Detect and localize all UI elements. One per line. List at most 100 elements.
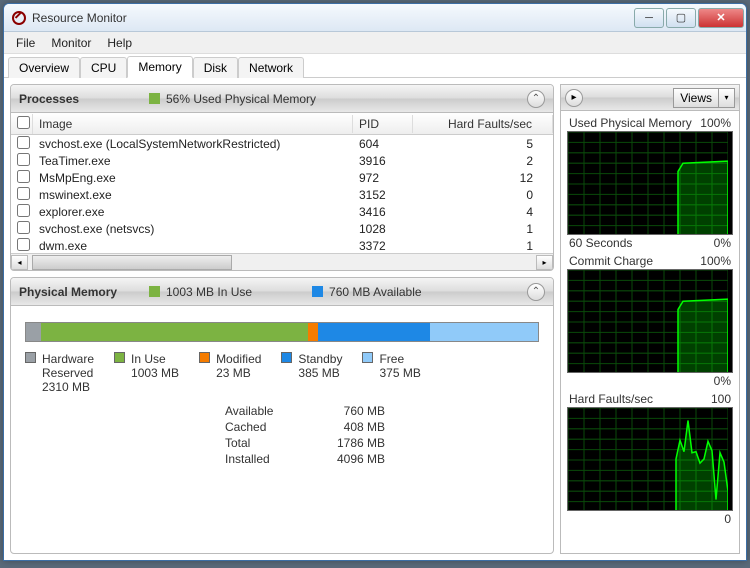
table-row[interactable]: MsMpEng.exe 972 12 — [11, 169, 553, 186]
memory-segment — [430, 323, 538, 341]
table-row[interactable]: svchost.exe (LocalSystemNetworkRestricte… — [11, 135, 553, 152]
table-row[interactable]: explorer.exe 3416 4 — [11, 203, 553, 220]
views-dropdown-icon[interactable]: ▾ — [719, 88, 735, 108]
graph-title: Used Physical Memory — [569, 116, 692, 130]
graph-bottom-right: 0% — [714, 374, 731, 388]
stat-label: Available — [225, 404, 300, 418]
physical-avail-sub: 760 MB Available — [329, 285, 422, 299]
stat-value: 1786 MB — [310, 436, 385, 450]
graph-max: 100 — [711, 392, 731, 406]
scroll-right-icon[interactable]: ▸ — [536, 255, 553, 270]
row-checkbox[interactable] — [17, 204, 30, 217]
cell-pid: 3372 — [353, 239, 413, 253]
cell-image: dwm.exe — [33, 239, 353, 253]
used-memory-swatch — [149, 93, 160, 104]
row-checkbox[interactable] — [17, 187, 30, 200]
col-image[interactable]: Image — [33, 115, 353, 133]
cell-hardfaults: 1 — [413, 222, 553, 236]
graphs-panel: ▸ Views ▾ Used Physical Memory100% 60 Se… — [560, 84, 740, 554]
col-hardfaults[interactable]: Hard Faults/sec — [413, 115, 553, 133]
memory-segment — [26, 323, 41, 341]
memory-segment — [41, 323, 307, 341]
table-row[interactable]: svchost.exe (netsvcs) 1028 1 — [11, 220, 553, 237]
cell-hardfaults: 0 — [413, 188, 553, 202]
table-row[interactable]: TeaTimer.exe 3916 2 — [11, 152, 553, 169]
memory-bar — [25, 322, 539, 342]
row-checkbox[interactable] — [17, 153, 30, 166]
table-row[interactable]: dwm.exe 3372 1 — [11, 237, 553, 253]
stat-label: Installed — [225, 452, 300, 466]
col-pid[interactable]: PID — [353, 115, 413, 133]
tab-cpu[interactable]: CPU — [80, 57, 127, 78]
views-button[interactable]: Views — [673, 88, 719, 108]
graph-block: Hard Faults/sec100 0 — [567, 391, 733, 527]
processes-table: Image PID Hard Faults/sec svchost.exe (L… — [11, 113, 553, 253]
select-all-checkbox[interactable] — [17, 116, 30, 129]
tab-overview[interactable]: Overview — [8, 57, 80, 78]
row-checkbox[interactable] — [17, 221, 30, 234]
tab-network[interactable]: Network — [238, 57, 304, 78]
tab-memory[interactable]: Memory — [127, 56, 192, 78]
cell-hardfaults: 4 — [413, 205, 553, 219]
cell-image: explorer.exe — [33, 205, 353, 219]
cell-pid: 972 — [353, 171, 413, 185]
close-button[interactable]: ✕ — [698, 8, 744, 28]
table-row[interactable]: mswinext.exe 3152 0 — [11, 186, 553, 203]
stat-value: 408 MB — [310, 420, 385, 434]
resource-monitor-window: Resource Monitor ─ ▢ ✕ File Monitor Help… — [3, 3, 747, 561]
legend-item: Standby385 MB — [281, 352, 342, 394]
cell-image: svchost.exe (netsvcs) — [33, 222, 353, 236]
processes-panel: Processes 56% Used Physical Memory ⌃ Ima… — [10, 84, 554, 271]
cell-hardfaults: 12 — [413, 171, 553, 185]
menu-help[interactable]: Help — [99, 34, 140, 52]
titlebar[interactable]: Resource Monitor ─ ▢ ✕ — [4, 4, 746, 32]
minimize-button[interactable]: ─ — [634, 8, 664, 28]
menu-file[interactable]: File — [8, 34, 43, 52]
memory-segment — [308, 323, 318, 341]
physical-header[interactable]: Physical Memory 1003 MB In Use 760 MB Av… — [11, 278, 553, 306]
legend-item: In Use1003 MB — [114, 352, 179, 394]
stat-value: 760 MB — [310, 404, 385, 418]
graph-max: 100% — [700, 116, 731, 130]
graph-block: Used Physical Memory100% 60 Seconds0% — [567, 115, 733, 251]
stat-label: Total — [225, 436, 300, 450]
collapse-physical-icon[interactable]: ⌃ — [527, 283, 545, 301]
scroll-left-icon[interactable]: ◂ — [11, 255, 28, 270]
memory-legend: HardwareReserved2310 MB In Use1003 MB Mo… — [25, 352, 539, 394]
graph-max: 100% — [700, 254, 731, 268]
horizontal-scrollbar[interactable]: ◂ ▸ — [11, 253, 553, 270]
maximize-button[interactable]: ▢ — [666, 8, 696, 28]
cell-pid: 604 — [353, 137, 413, 151]
cell-hardfaults: 5 — [413, 137, 553, 151]
menubar: File Monitor Help — [4, 32, 746, 54]
window-title: Resource Monitor — [32, 11, 632, 25]
row-checkbox[interactable] — [17, 238, 30, 251]
row-checkbox[interactable] — [17, 170, 30, 183]
graph-bottom-right: 0 — [724, 512, 731, 526]
graph-title: Commit Charge — [569, 254, 653, 268]
row-checkbox[interactable] — [17, 136, 30, 149]
cell-pid: 1028 — [353, 222, 413, 236]
cell-hardfaults: 2 — [413, 154, 553, 168]
cell-pid: 3916 — [353, 154, 413, 168]
expand-graphs-icon[interactable]: ▸ — [565, 89, 583, 107]
graph-canvas — [567, 407, 733, 511]
cell-image: mswinext.exe — [33, 188, 353, 202]
menu-monitor[interactable]: Monitor — [43, 34, 99, 52]
graph-bottom-right: 0% — [714, 236, 731, 250]
cell-image: MsMpEng.exe — [33, 171, 353, 185]
legend-item: Modified23 MB — [199, 352, 261, 394]
collapse-processes-icon[interactable]: ⌃ — [527, 90, 545, 108]
tab-disk[interactable]: Disk — [193, 57, 238, 78]
content-area: Processes 56% Used Physical Memory ⌃ Ima… — [4, 78, 746, 560]
legend-swatch — [114, 352, 125, 363]
memory-stats: Available 760 MB Cached 408 MB Total 1786 MB I… — [225, 404, 385, 466]
legend-swatch — [25, 352, 36, 363]
cell-image: svchost.exe (LocalSystemNetworkRestricte… — [33, 137, 353, 151]
legend-swatch — [362, 352, 373, 363]
scroll-thumb[interactable] — [32, 255, 232, 270]
cell-hardfaults: 1 — [413, 239, 553, 253]
graphs-header: ▸ Views ▾ — [561, 85, 739, 111]
processes-header[interactable]: Processes 56% Used Physical Memory ⌃ — [11, 85, 553, 113]
stat-label: Cached — [225, 420, 300, 434]
